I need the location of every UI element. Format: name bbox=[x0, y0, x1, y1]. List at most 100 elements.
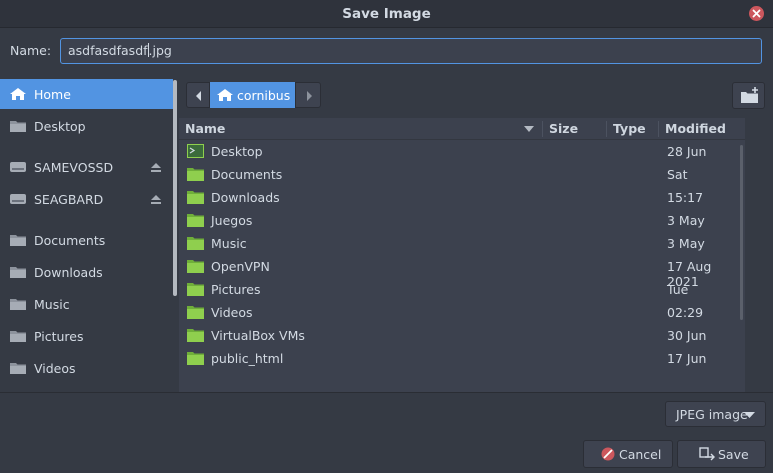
file-name: public_html bbox=[211, 351, 284, 366]
column-modified-header[interactable]: Modified bbox=[665, 121, 726, 136]
folder-icon bbox=[187, 352, 204, 365]
sidebar-item-pictures[interactable]: Pictures bbox=[0, 321, 173, 351]
folder-icon bbox=[187, 237, 204, 250]
filename-text: asdfasdfasdf bbox=[68, 43, 148, 58]
close-icon bbox=[752, 9, 761, 18]
eject-icon[interactable] bbox=[150, 161, 162, 173]
sidebar-item-documents[interactable]: Documents bbox=[0, 225, 173, 255]
path-forward-button[interactable] bbox=[295, 82, 321, 108]
create-folder-button[interactable] bbox=[732, 82, 765, 109]
file-name: OpenVPN bbox=[211, 259, 270, 274]
close-button[interactable] bbox=[749, 6, 764, 21]
folder-icon bbox=[10, 299, 26, 310]
file-modified: Tue bbox=[667, 282, 689, 297]
file-name: Desktop bbox=[211, 144, 263, 159]
file-modified: 30 Jun bbox=[667, 328, 707, 343]
file-row[interactable]: Juegos 3 May bbox=[179, 209, 745, 232]
file-modified: 3 May bbox=[667, 213, 705, 228]
cancel-icon bbox=[601, 447, 615, 461]
column-separator bbox=[606, 121, 607, 137]
path-segment-label: cornibus bbox=[237, 88, 291, 103]
file-name: Music bbox=[211, 236, 247, 251]
sidebar-item-downloads[interactable]: Downloads bbox=[0, 257, 173, 287]
chevron-left-icon bbox=[196, 91, 201, 101]
home-icon bbox=[10, 88, 26, 100]
filter-selected: JPEG image bbox=[676, 407, 748, 422]
file-row[interactable]: public_html 17 Jun bbox=[179, 347, 745, 370]
filename-input[interactable]: asdfasdfasdf.jpg bbox=[60, 38, 762, 64]
file-row[interactable]: OpenVPN 17 Aug 2021 bbox=[179, 255, 745, 289]
sidebar-item-desktop[interactable]: Desktop bbox=[0, 111, 173, 141]
save-icon bbox=[699, 447, 715, 461]
sidebar-item-home[interactable]: Home bbox=[0, 79, 173, 109]
path-back-button[interactable] bbox=[186, 82, 210, 108]
title-bar: Save Image bbox=[0, 0, 773, 28]
home-icon bbox=[217, 89, 233, 101]
save-button[interactable]: Save bbox=[677, 440, 766, 468]
sidebar-item-label: Downloads bbox=[34, 265, 103, 280]
name-label: Name: bbox=[10, 43, 52, 58]
chevron-down-icon bbox=[744, 412, 755, 418]
sidebar-item-label: Videos bbox=[34, 361, 76, 376]
file-row[interactable]: Music 3 May bbox=[179, 232, 745, 255]
filename-extension: .jpg bbox=[148, 43, 172, 58]
file-modified: 3 May bbox=[667, 236, 705, 251]
sidebar-item-samevossd[interactable]: SAMEVOSSD bbox=[0, 152, 173, 182]
sidebar-item-label: Home bbox=[34, 87, 71, 102]
folder-icon bbox=[10, 267, 26, 278]
folder-icon bbox=[187, 283, 204, 296]
desktop-folder-icon bbox=[187, 144, 204, 158]
sidebar-item-label: Documents bbox=[34, 233, 106, 248]
file-row[interactable]: Downloads 15:17 bbox=[179, 186, 745, 209]
path-segment-current[interactable]: cornibus bbox=[210, 82, 295, 108]
file-modified: 15:17 bbox=[667, 190, 704, 205]
sidebar-item-music[interactable]: Music bbox=[0, 289, 173, 319]
sidebar-item-label: Desktop bbox=[34, 119, 86, 134]
file-name: Videos bbox=[211, 305, 253, 320]
file-row[interactable]: Pictures Tue bbox=[179, 278, 745, 301]
file-modified: 28 Jun bbox=[667, 144, 707, 159]
folder-icon bbox=[187, 306, 204, 319]
folder-icon bbox=[187, 260, 204, 273]
new-folder-icon bbox=[741, 87, 758, 103]
sidebar-item-label: Pictures bbox=[34, 329, 84, 344]
file-modified: 02:29 bbox=[667, 305, 704, 320]
sort-down-icon[interactable] bbox=[524, 126, 534, 134]
file-list-scrollbar[interactable] bbox=[740, 145, 743, 320]
file-list: Name Size Type Modified Desktop 28 Jun D… bbox=[179, 118, 745, 392]
file-type-filter[interactable]: JPEG image bbox=[665, 401, 766, 427]
name-row: Name: asdfasdfasdf.jpg bbox=[0, 28, 773, 74]
file-row[interactable]: Desktop 28 Jun bbox=[179, 140, 745, 163]
eject-icon[interactable] bbox=[150, 193, 162, 205]
places-sidebar: Home Desktop SAMEVOSSD SEAGBARD Document… bbox=[0, 79, 173, 390]
folder-icon bbox=[10, 363, 26, 374]
file-row[interactable]: Videos 02:29 bbox=[179, 301, 745, 324]
sidebar-item-label: SEAGBARD bbox=[34, 192, 104, 207]
sidebar-item-videos[interactable]: Videos bbox=[0, 353, 173, 383]
file-name: Pictures bbox=[211, 282, 261, 297]
file-name: Documents bbox=[211, 167, 283, 182]
column-separator bbox=[658, 121, 659, 137]
column-separator bbox=[542, 121, 543, 137]
drive-icon bbox=[10, 162, 26, 172]
column-header-row: Name Size Type Modified bbox=[179, 118, 745, 140]
column-size-header[interactable]: Size bbox=[549, 121, 578, 136]
folder-icon bbox=[10, 235, 26, 246]
sidebar-item-seagbard[interactable]: SEAGBARD bbox=[0, 184, 173, 214]
folder-icon bbox=[187, 191, 204, 204]
file-name: Juegos bbox=[211, 213, 253, 228]
column-type-header[interactable]: Type bbox=[613, 121, 646, 136]
chevron-right-icon bbox=[307, 91, 312, 101]
file-row[interactable]: VirtualBox VMs 30 Jun bbox=[179, 324, 745, 347]
sidebar-item-label: Music bbox=[34, 297, 70, 312]
drive-icon bbox=[10, 194, 26, 204]
cancel-button[interactable]: Cancel bbox=[583, 440, 673, 468]
column-name-header[interactable]: Name bbox=[185, 121, 225, 136]
file-name: VirtualBox VMs bbox=[211, 328, 305, 343]
sidebar-item-label: SAMEVOSSD bbox=[34, 160, 114, 175]
path-bar: cornibus bbox=[178, 74, 773, 118]
sidebar-scrollbar[interactable] bbox=[173, 80, 177, 296]
folder-icon bbox=[10, 121, 26, 132]
dialog-title: Save Image bbox=[342, 6, 431, 22]
file-row[interactable]: Documents Sat bbox=[179, 163, 745, 186]
